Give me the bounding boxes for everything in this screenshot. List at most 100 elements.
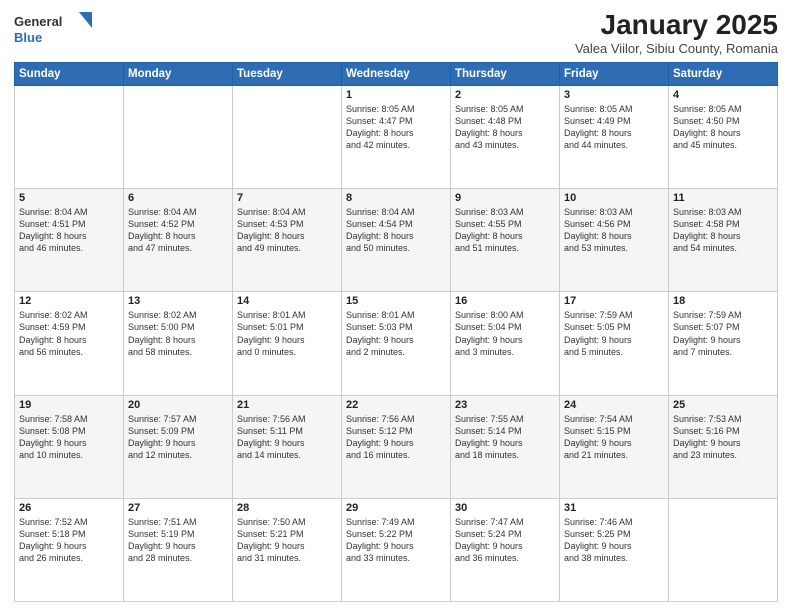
day-info: Sunrise: 7:54 AM Sunset: 5:15 PM Dayligh… — [564, 413, 664, 462]
table-row: 9 Sunrise: 8:03 AM Sunset: 4:55 PM Daylig… — [451, 189, 560, 292]
day-info: Sunrise: 7:56 AM Sunset: 5:11 PM Dayligh… — [237, 413, 337, 462]
logo: General Blue — [14, 10, 94, 50]
day-info: Sunrise: 7:58 AM Sunset: 5:08 PM Dayligh… — [19, 413, 119, 462]
day-number: 15 — [346, 295, 446, 307]
day-info: Sunrise: 7:46 AM Sunset: 5:25 PM Dayligh… — [564, 516, 664, 565]
day-info: Sunrise: 7:52 AM Sunset: 5:18 PM Dayligh… — [19, 516, 119, 565]
page: General Blue January 2025 Valea Viilor, … — [0, 0, 792, 612]
day-number: 1 — [346, 89, 446, 101]
day-number: 16 — [455, 295, 555, 307]
day-number: 10 — [564, 192, 664, 204]
header-sunday: Sunday — [15, 62, 124, 85]
day-info: Sunrise: 7:47 AM Sunset: 5:24 PM Dayligh… — [455, 516, 555, 565]
table-row: 12 Sunrise: 8:02 AM Sunset: 4:59 PM Dayli… — [15, 292, 124, 395]
table-row — [669, 498, 778, 601]
day-info: Sunrise: 8:04 AM Sunset: 4:53 PM Dayligh… — [237, 206, 337, 255]
table-row: 10 Sunrise: 8:03 AM Sunset: 4:56 PM Dayli… — [560, 189, 669, 292]
table-row: 2Sunrise: 8:05 AM Sunset: 4:48 PM Daylig… — [451, 85, 560, 188]
day-number: 6 — [128, 192, 228, 204]
table-row — [124, 85, 233, 188]
table-row: 31 Sunrise: 7:46 AM Sunset: 5:25 PM Dayli… — [560, 498, 669, 601]
day-info: Sunrise: 8:03 AM Sunset: 4:56 PM Dayligh… — [564, 206, 664, 255]
table-row: 20 Sunrise: 7:57 AM Sunset: 5:09 PM Dayli… — [124, 395, 233, 498]
day-info: Sunrise: 8:04 AM Sunset: 4:54 PM Dayligh… — [346, 206, 446, 255]
calendar-table: Sunday Monday Tuesday Wednesday Thursday… — [14, 62, 778, 602]
header-saturday: Saturday — [669, 62, 778, 85]
day-number: 3 — [564, 89, 664, 101]
day-info: Sunrise: 8:02 AM Sunset: 4:59 PM Dayligh… — [19, 309, 119, 358]
header-friday: Friday — [560, 62, 669, 85]
table-row — [233, 85, 342, 188]
day-number: 22 — [346, 399, 446, 411]
day-info: Sunrise: 7:53 AM Sunset: 5:16 PM Dayligh… — [673, 413, 773, 462]
table-row: 6 Sunrise: 8:04 AM Sunset: 4:52 PM Daylig… — [124, 189, 233, 292]
day-info: Sunrise: 7:50 AM Sunset: 5:21 PM Dayligh… — [237, 516, 337, 565]
table-row: 22 Sunrise: 7:56 AM Sunset: 5:12 PM Dayli… — [342, 395, 451, 498]
table-row: 3 Sunrise: 8:05 AM Sunset: 4:49 PM Daylig… — [560, 85, 669, 188]
day-number: 5 — [19, 192, 119, 204]
day-info: Sunrise: 7:56 AM Sunset: 5:12 PM Dayligh… — [346, 413, 446, 462]
day-number: 31 — [564, 502, 664, 514]
day-number: 19 — [19, 399, 119, 411]
table-row: 26Sunrise: 7:52 AM Sunset: 5:18 PM Dayli… — [15, 498, 124, 601]
day-info: Sunrise: 8:04 AM Sunset: 4:52 PM Dayligh… — [128, 206, 228, 255]
day-info: Sunrise: 7:55 AM Sunset: 5:14 PM Dayligh… — [455, 413, 555, 462]
title-block: January 2025 Valea Viilor, Sibiu County,… — [575, 10, 778, 56]
day-info: Sunrise: 8:05 AM Sunset: 4:49 PM Dayligh… — [564, 103, 664, 152]
table-row: 16 Sunrise: 8:00 AM Sunset: 5:04 PM Dayli… — [451, 292, 560, 395]
calendar-subtitle: Valea Viilor, Sibiu County, Romania — [575, 41, 778, 56]
table-row: 5 Sunrise: 8:04 AM Sunset: 4:51 PM Daylig… — [15, 189, 124, 292]
table-row: 30 Sunrise: 7:47 AM Sunset: 5:24 PM Dayli… — [451, 498, 560, 601]
day-number: 29 — [346, 502, 446, 514]
table-row: 28 Sunrise: 7:50 AM Sunset: 5:21 PM Dayli… — [233, 498, 342, 601]
logo-icon: General Blue — [14, 10, 94, 50]
day-number: 28 — [237, 502, 337, 514]
table-row: 19 Sunrise: 7:58 AM Sunset: 5:08 PM Dayli… — [15, 395, 124, 498]
day-info: Sunrise: 8:04 AM Sunset: 4:51 PM Dayligh… — [19, 206, 119, 255]
day-info: Sunrise: 8:01 AM Sunset: 5:03 PM Dayligh… — [346, 309, 446, 358]
day-info: Sunrise: 7:49 AM Sunset: 5:22 PM Dayligh… — [346, 516, 446, 565]
calendar-week-row: 5 Sunrise: 8:04 AM Sunset: 4:51 PM Daylig… — [15, 189, 778, 292]
day-info: Sunrise: 8:01 AM Sunset: 5:01 PM Dayligh… — [237, 309, 337, 358]
table-row: 14 Sunrise: 8:01 AM Sunset: 5:01 PM Dayli… — [233, 292, 342, 395]
day-info: Sunrise: 8:00 AM Sunset: 5:04 PM Dayligh… — [455, 309, 555, 358]
header-wednesday: Wednesday — [342, 62, 451, 85]
day-number: 25 — [673, 399, 773, 411]
table-row: 4Sunrise: 8:05 AM Sunset: 4:50 PM Daylig… — [669, 85, 778, 188]
table-row: 29 Sunrise: 7:49 AM Sunset: 5:22 PM Dayli… — [342, 498, 451, 601]
table-row: 27 Sunrise: 7:51 AM Sunset: 5:19 PM Dayli… — [124, 498, 233, 601]
header: General Blue January 2025 Valea Viilor, … — [14, 10, 778, 56]
day-number: 20 — [128, 399, 228, 411]
day-number: 9 — [455, 192, 555, 204]
day-info: Sunrise: 7:57 AM Sunset: 5:09 PM Dayligh… — [128, 413, 228, 462]
weekday-header-row: Sunday Monday Tuesday Wednesday Thursday… — [15, 62, 778, 85]
table-row — [15, 85, 124, 188]
day-info: Sunrise: 8:03 AM Sunset: 4:55 PM Dayligh… — [455, 206, 555, 255]
day-number: 2 — [455, 89, 555, 101]
calendar-title: January 2025 — [575, 10, 778, 41]
table-row: 18Sunrise: 7:59 AM Sunset: 5:07 PM Dayli… — [669, 292, 778, 395]
table-row: 8 Sunrise: 8:04 AM Sunset: 4:54 PM Daylig… — [342, 189, 451, 292]
day-info: Sunrise: 8:03 AM Sunset: 4:58 PM Dayligh… — [673, 206, 773, 255]
day-info: Sunrise: 7:51 AM Sunset: 5:19 PM Dayligh… — [128, 516, 228, 565]
day-number: 27 — [128, 502, 228, 514]
day-number: 8 — [346, 192, 446, 204]
table-row: 21 Sunrise: 7:56 AM Sunset: 5:11 PM Dayli… — [233, 395, 342, 498]
day-number: 14 — [237, 295, 337, 307]
table-row: 13Sunrise: 8:02 AM Sunset: 5:00 PM Dayli… — [124, 292, 233, 395]
day-info: Sunrise: 8:05 AM Sunset: 4:47 PM Dayligh… — [346, 103, 446, 152]
day-number: 13 — [128, 295, 228, 307]
day-number: 4 — [673, 89, 773, 101]
header-monday: Monday — [124, 62, 233, 85]
day-number: 21 — [237, 399, 337, 411]
table-row: 24Sunrise: 7:54 AM Sunset: 5:15 PM Dayli… — [560, 395, 669, 498]
table-row: 23 Sunrise: 7:55 AM Sunset: 5:14 PM Dayli… — [451, 395, 560, 498]
calendar-week-row: 12 Sunrise: 8:02 AM Sunset: 4:59 PM Dayli… — [15, 292, 778, 395]
day-number: 23 — [455, 399, 555, 411]
table-row: 7Sunrise: 8:04 AM Sunset: 4:53 PM Daylig… — [233, 189, 342, 292]
day-number: 30 — [455, 502, 555, 514]
day-number: 12 — [19, 295, 119, 307]
day-number: 11 — [673, 192, 773, 204]
day-number: 17 — [564, 295, 664, 307]
day-info: Sunrise: 7:59 AM Sunset: 5:07 PM Dayligh… — [673, 309, 773, 358]
